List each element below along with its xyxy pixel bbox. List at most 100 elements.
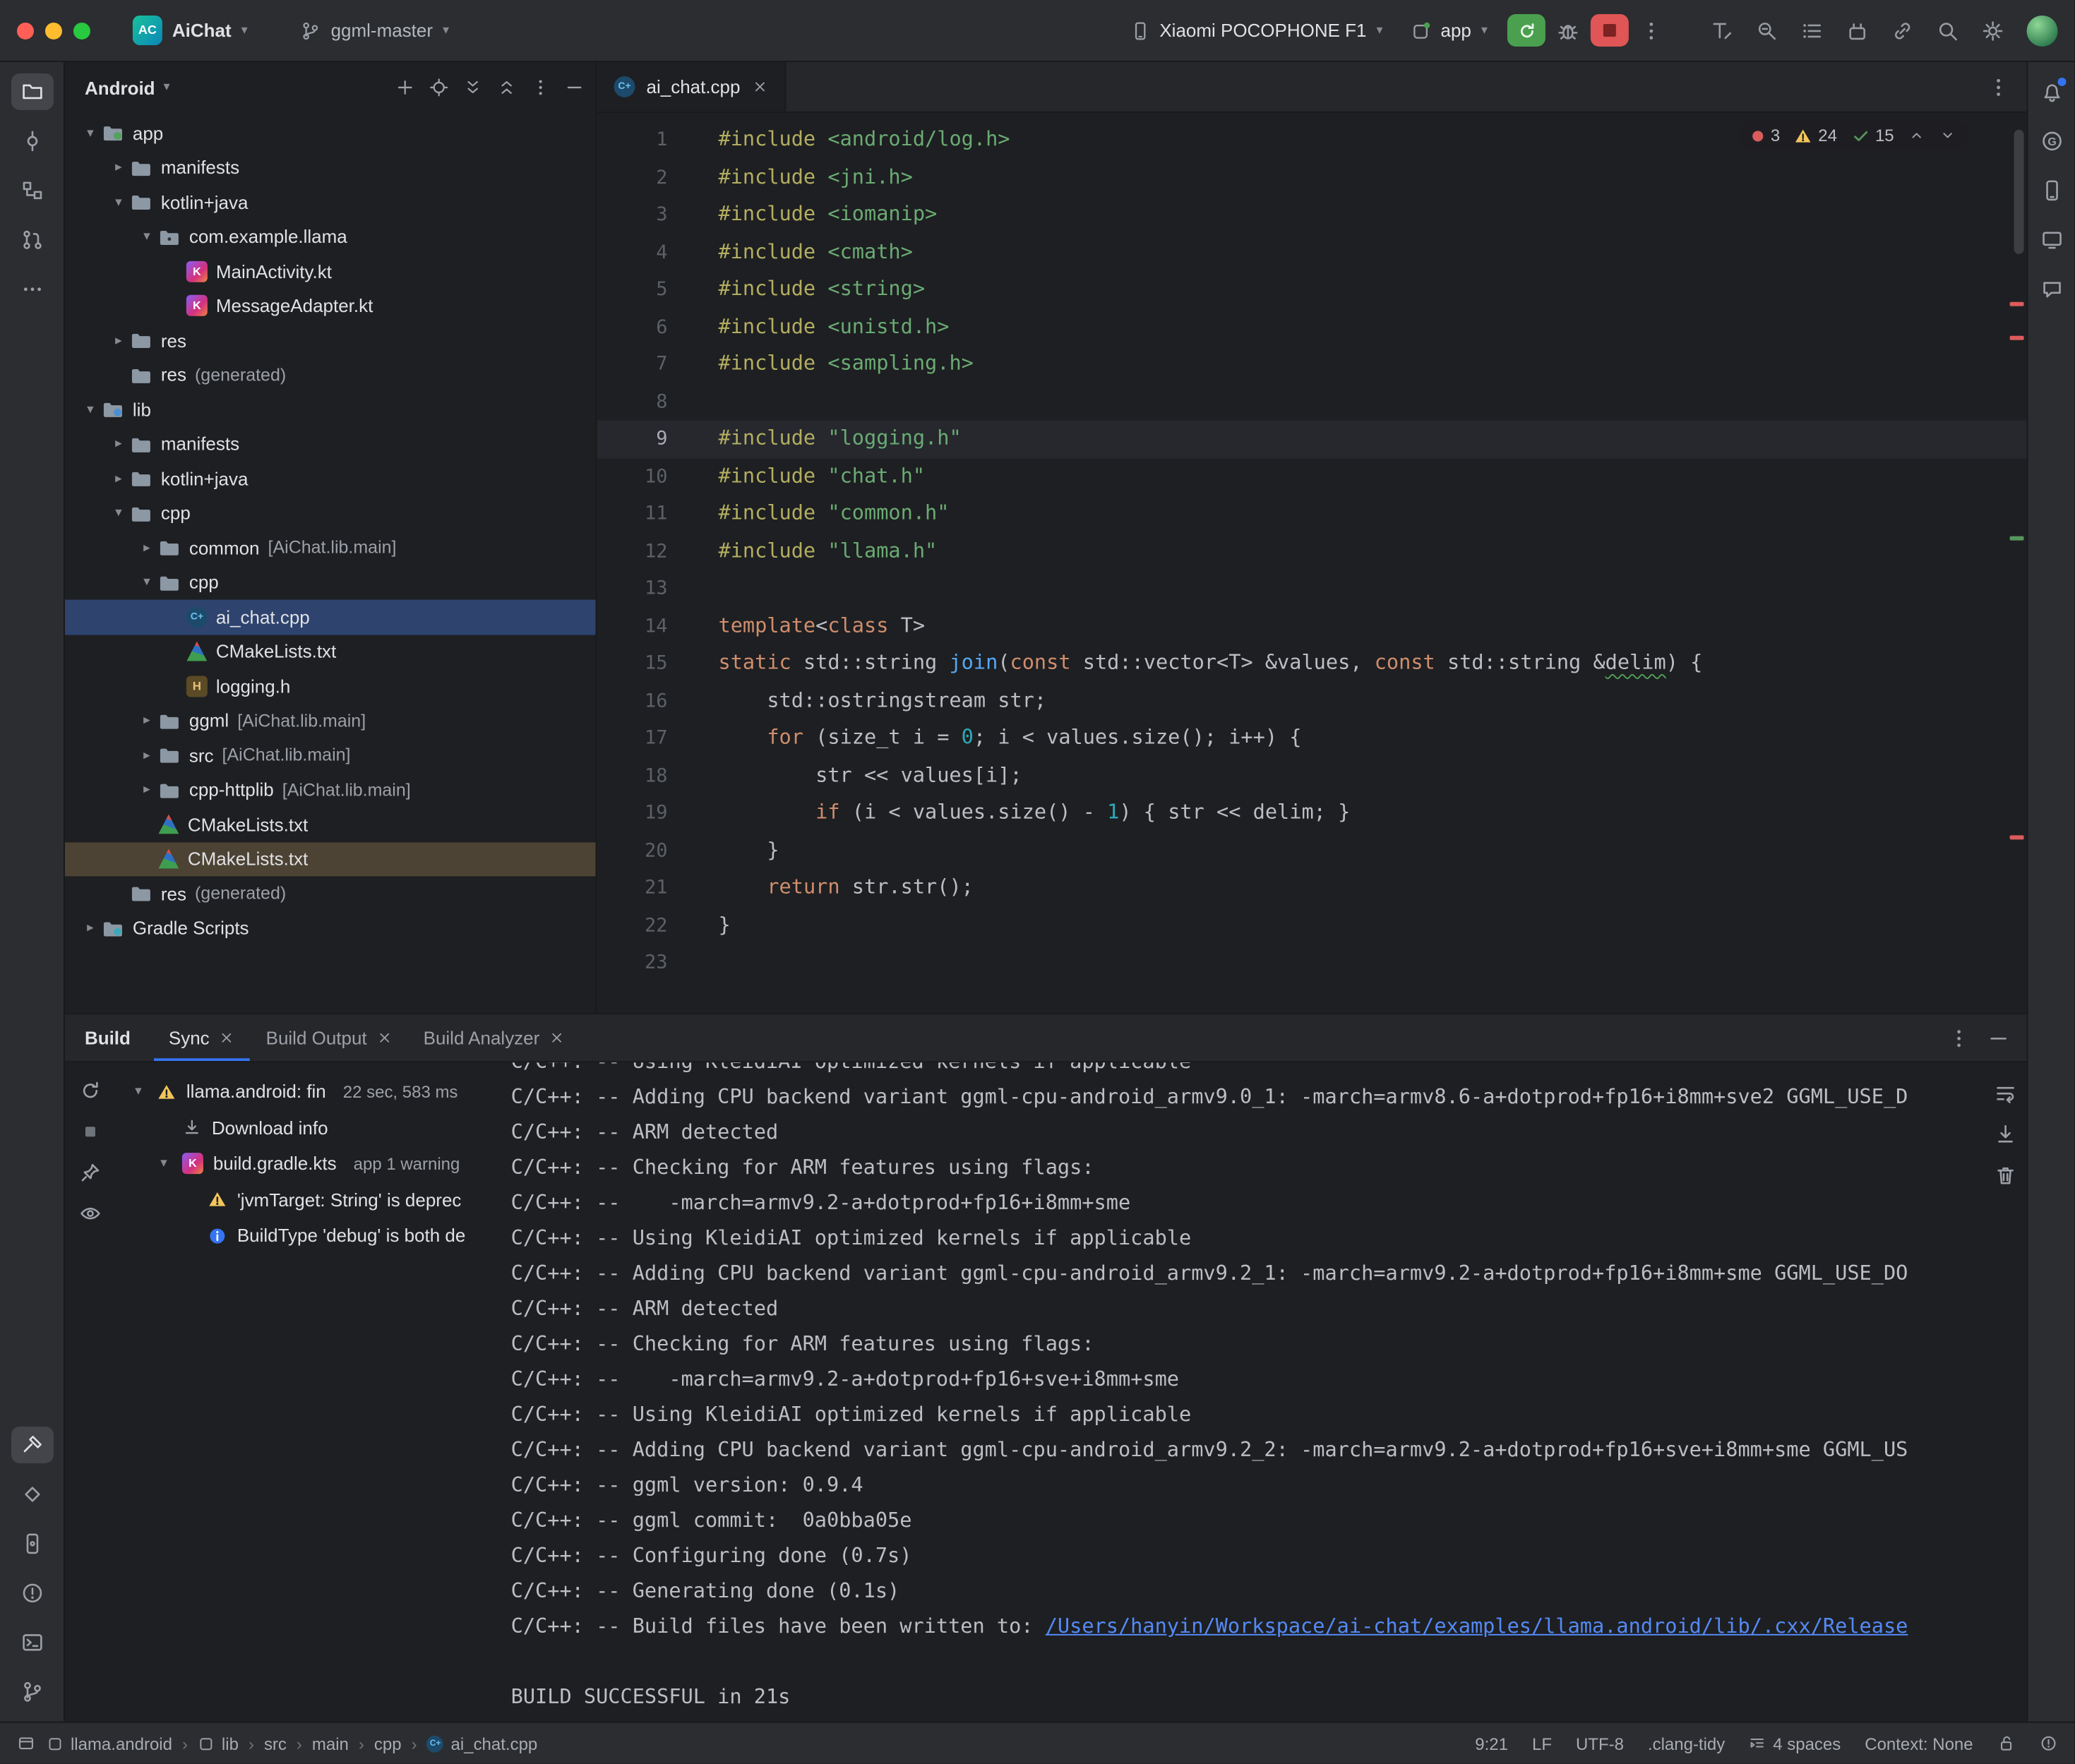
close-window-button[interactable] (17, 22, 34, 39)
add-icon[interactable] (395, 78, 415, 97)
tree-item-cpp[interactable]: ▾cpp (65, 496, 596, 531)
tree-item-cmakelists-txt[interactable]: CMakeLists.txt (65, 807, 596, 841)
tree-item-src[interactable]: ▸src[AiChat.lib.main] (65, 738, 596, 772)
tree-item-cmakelists-txt[interactable]: CMakeLists.txt (65, 635, 596, 669)
stop-button[interactable] (1591, 14, 1629, 47)
chevron-down-icon[interactable]: ▾ (136, 575, 158, 590)
chevron-down-icon[interactable]: ▾ (79, 402, 102, 417)
soft-wrap-icon[interactable] (1995, 1082, 2017, 1105)
build-tree-item[interactable]: ▾build.gradle.ktsapp 1 warning (116, 1146, 497, 1182)
chevron-down-icon[interactable]: ▾ (136, 229, 158, 244)
tree-item-common[interactable]: ▸common[AiChat.lib.main] (65, 531, 596, 565)
tree-item-cpp[interactable]: ▾cpp (65, 565, 596, 600)
breadcrumb-main[interactable]: main (312, 1734, 349, 1753)
code-line[interactable]: 17 for (size_t i = 0; i < values.size();… (597, 719, 2027, 757)
code-line[interactable]: 10#include "chat.h" (597, 458, 2027, 496)
chevron-down-icon[interactable]: ▾ (127, 1084, 150, 1100)
run-config-selector[interactable]: app ▾ (1403, 16, 1496, 45)
code-line[interactable]: 5#include <string> (597, 271, 2027, 308)
tree-item-kotlin-java[interactable]: ▸kotlin+java (65, 462, 596, 496)
tool-strip-build[interactable] (11, 1427, 53, 1463)
code-editor[interactable]: 3 24 15 1#include <android/log.h>2#inclu… (597, 113, 2027, 1013)
locate-icon[interactable] (429, 78, 449, 97)
tree-item-cpp-httplib[interactable]: ▸cpp-httplib[AiChat.lib.main] (65, 772, 596, 807)
chevron-right-icon[interactable]: ▸ (107, 471, 130, 486)
line-separator[interactable]: LF (1532, 1734, 1552, 1753)
clear-icon[interactable] (1995, 1164, 2017, 1187)
settings-icon[interactable] (1982, 19, 2004, 42)
tool-strip-notifications[interactable] (2031, 73, 2073, 110)
tree-item-mainactivity-kt[interactable]: MainActivity.kt (65, 254, 596, 289)
code-line[interactable]: 7#include <sampling.h> (597, 346, 2027, 383)
debug-button[interactable] (1557, 19, 1579, 42)
project-view-selector[interactable]: Android (85, 77, 155, 98)
chevron-right-icon[interactable]: ▸ (107, 160, 130, 175)
tool-strip-pull-requests[interactable] (11, 222, 53, 258)
zoom-window-button[interactable] (73, 22, 90, 39)
user-avatar[interactable] (2027, 15, 2058, 46)
code-line[interactable]: 13 (597, 570, 2027, 608)
tree-item-gradle-scripts[interactable]: ▸Gradle Scripts (65, 911, 596, 945)
caret-position[interactable]: 9:21 (1475, 1734, 1508, 1753)
code-line[interactable]: 22} (597, 906, 2027, 944)
previous-problem-button[interactable] (1908, 127, 1925, 144)
preview-icon[interactable] (79, 1202, 102, 1225)
error-stripe-mark[interactable] (2010, 536, 2024, 541)
passed-summary[interactable]: 15 (1851, 126, 1894, 145)
inspections-widget[interactable]: 3 24 15 (1738, 121, 1968, 150)
close-tab-icon[interactable] (751, 79, 767, 95)
tree-item-ai-chat-cpp[interactable]: ai_chat.cpp (65, 600, 596, 635)
tree-item-res[interactable]: res(generated) (65, 876, 596, 911)
project-selector[interactable]: AC AiChat ▾ (124, 11, 256, 49)
hide-panel-icon[interactable] (1987, 1026, 2010, 1049)
pin-icon[interactable] (79, 1161, 102, 1184)
next-problem-button[interactable] (1939, 127, 1956, 144)
task-list-icon[interactable] (1801, 19, 1824, 42)
build-tree-item[interactable]: Download info (116, 1110, 497, 1146)
tree-item-messageadapter-kt[interactable]: MessageAdapter.kt (65, 289, 596, 323)
search-icon[interactable] (1937, 19, 1959, 42)
code-line[interactable]: 23 (597, 944, 2027, 981)
tree-item-cmakelists-txt[interactable]: CMakeLists.txt (65, 841, 596, 876)
chevron-right-icon[interactable]: ▸ (136, 540, 158, 556)
code-line[interactable]: 2#include <jni.h> (597, 159, 2027, 196)
tool-strip-more[interactable] (11, 271, 53, 308)
build-tab-sync[interactable]: Sync (153, 1014, 251, 1061)
minimize-window-button[interactable] (45, 22, 62, 39)
tree-item-com-example-llama[interactable]: ▾com.example.llama (65, 220, 596, 254)
chevron-right-icon[interactable]: ▸ (107, 332, 130, 348)
tool-strip-structure[interactable] (11, 172, 53, 209)
error-stripe-mark[interactable] (2010, 336, 2024, 340)
error-summary[interactable]: 3 (1750, 126, 1780, 145)
code-line[interactable]: 9#include "logging.h" (597, 421, 2027, 458)
tool-strip-app-insights[interactable] (2031, 271, 2073, 308)
close-icon[interactable] (377, 1030, 393, 1045)
build-tree-item[interactable]: ▾llama.android: fin22 sec, 583 ms (116, 1074, 497, 1110)
close-icon[interactable] (220, 1030, 235, 1045)
chevron-down-icon[interactable]: ▾ (153, 1156, 175, 1172)
tool-strip-resource-manager[interactable] (11, 1476, 53, 1513)
breadcrumb-llama-android[interactable]: llama.android (47, 1734, 172, 1753)
code-line[interactable]: 8 (597, 383, 2027, 421)
code-line[interactable]: 16 std::ostringstream str; (597, 683, 2027, 720)
plugins-icon[interactable] (1846, 19, 1869, 42)
chevron-down-icon[interactable]: ▾ (79, 125, 102, 140)
clang-tidy-status[interactable]: .clang-tidy (1648, 1734, 1725, 1753)
collapse-all-icon[interactable] (497, 78, 517, 97)
code-tools-icon[interactable] (1711, 19, 1733, 42)
options-icon[interactable] (531, 78, 551, 97)
build-console[interactable]: C/C++: -- Using KleidiAI optimized kerne… (497, 1062, 2027, 1722)
inspections-status-icon[interactable] (2040, 1734, 2058, 1753)
more-run-actions-button[interactable] (1640, 19, 1663, 42)
hide-icon[interactable] (565, 78, 585, 97)
chevron-down-icon[interactable]: ▾ (107, 505, 130, 521)
code-line[interactable]: 19 if (i < values.size() - 1) { str << d… (597, 794, 2027, 832)
lock-icon[interactable] (1997, 1734, 2016, 1753)
console-link[interactable]: /Users/hanyin/Workspace/ai-chat/examples… (1046, 1616, 1908, 1638)
code-line[interactable]: 21 return str.str(); (597, 869, 2027, 906)
tool-strip-gradle[interactable]: G (2031, 123, 2073, 160)
run-button[interactable] (1507, 14, 1545, 47)
breadcrumb-src[interactable]: src (264, 1734, 287, 1753)
close-icon[interactable] (549, 1030, 565, 1045)
indent-config[interactable]: 4 spaces (1749, 1734, 1841, 1753)
